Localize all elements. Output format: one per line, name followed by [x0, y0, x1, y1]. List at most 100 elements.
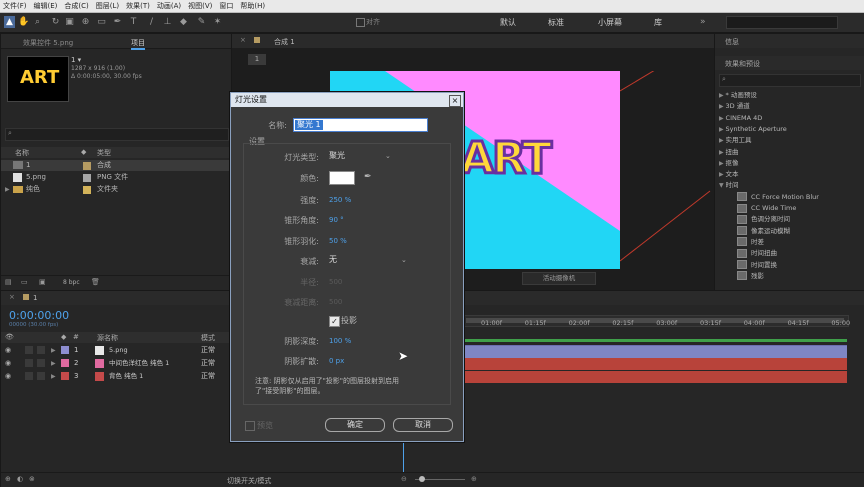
- menu-item[interactable]: 帮助(H): [237, 0, 269, 11]
- comp-subtab[interactable]: 1: [248, 54, 266, 65]
- color-swatch[interactable]: [329, 171, 355, 185]
- solo-switch[interactable]: [25, 372, 33, 380]
- layer-mode-dropdown[interactable]: 正常: [201, 370, 215, 383]
- expand-arrow-icon[interactable]: ▶: [51, 357, 56, 370]
- expand-arrow-icon[interactable]: ▶: [51, 344, 56, 357]
- puppet-tool-icon[interactable]: ✶: [212, 16, 223, 28]
- mode-header[interactable]: 模式: [201, 333, 215, 343]
- falloff-dropdown[interactable]: 无 ⌄: [329, 254, 409, 266]
- brush-tool-icon[interactable]: /: [146, 16, 157, 28]
- mask-tool-icon[interactable]: ▭: [96, 16, 107, 28]
- cone-angle-value[interactable]: 90 °: [329, 216, 344, 224]
- effects-search-input[interactable]: ⌕: [719, 74, 861, 87]
- expand-arrow-icon[interactable]: ▶: [51, 370, 56, 383]
- casts-shadows-checkbox[interactable]: ✓: [329, 316, 340, 327]
- tab-project[interactable]: 项目: [131, 38, 145, 50]
- effect-category[interactable]: ▶ Synthetic Aperture: [719, 124, 787, 135]
- layer-mode-dropdown[interactable]: 正常: [201, 357, 215, 370]
- col-name-header[interactable]: 名称: [15, 148, 29, 158]
- close-icon[interactable]: ×: [449, 95, 461, 107]
- effect-item[interactable]: 时间扭曲: [737, 248, 777, 259]
- col-type-header[interactable]: 类型: [97, 148, 111, 158]
- menu-item[interactable]: 效果(T): [123, 0, 154, 11]
- new-folder-icon[interactable]: ▭: [21, 278, 28, 286]
- current-time-display[interactable]: 0:00:00:00: [9, 309, 69, 322]
- menu-item[interactable]: 文件(F): [0, 0, 31, 11]
- layer-bar-2[interactable]: [463, 358, 847, 370]
- effect-category[interactable]: ▶ 抠像: [719, 158, 739, 169]
- project-item-row[interactable]: 5.png PNG 文件: [1, 172, 231, 183]
- render-icon[interactable]: ◐: [17, 475, 23, 483]
- project-search-input[interactable]: ⌕: [5, 128, 229, 141]
- effect-item[interactable]: 时差: [737, 237, 764, 248]
- effect-category[interactable]: ▶ 扭曲: [719, 147, 739, 158]
- effect-item[interactable]: 残影: [737, 271, 764, 282]
- trash-icon[interactable]: 🗑: [91, 278, 100, 286]
- camera-tool-icon[interactable]: ▣: [64, 16, 75, 28]
- shadow-diffusion-value[interactable]: 0 px: [329, 357, 344, 365]
- ok-button[interactable]: 确定: [325, 418, 385, 432]
- visibility-eye-icon[interactable]: ◉: [5, 344, 11, 357]
- shy-icon[interactable]: ⊗: [29, 475, 35, 483]
- effect-item[interactable]: CC Wide Time: [737, 203, 796, 214]
- close-tab-icon[interactable]: ×: [9, 293, 15, 301]
- layer-mode-dropdown[interactable]: 正常: [201, 344, 215, 357]
- tab-effects-presets[interactable]: 效果和预设: [725, 59, 760, 69]
- interpret-footage-icon[interactable]: ▤: [5, 278, 12, 286]
- roto-brush-tool-icon[interactable]: ✎: [196, 16, 207, 28]
- tab-effect-controls[interactable]: 效果控件 5.png: [23, 38, 73, 48]
- clone-stamp-tool-icon[interactable]: ⊥: [162, 16, 173, 28]
- cancel-button[interactable]: 取消: [393, 418, 453, 432]
- light-type-dropdown[interactable]: 聚光 ⌄: [329, 150, 393, 162]
- layer-bar-1[interactable]: [463, 345, 847, 358]
- zoom-tool-icon[interactable]: ⌕: [32, 16, 43, 28]
- effect-category[interactable]: ▶ 实用工具: [719, 135, 752, 146]
- cone-feather-value[interactable]: 50 %: [329, 237, 347, 245]
- type-tool-icon[interactable]: T: [128, 16, 139, 28]
- project-item-row[interactable]: 1 合成: [1, 160, 231, 171]
- pen-tool-icon[interactable]: ✒: [112, 16, 123, 28]
- tab-composition[interactable]: 合成 1: [274, 37, 295, 47]
- toggle-switches-modes[interactable]: 切换开关/模式: [227, 476, 271, 486]
- menu-item[interactable]: 视图(V): [185, 0, 216, 11]
- zoom-slider-handle[interactable]: [419, 476, 425, 482]
- lock-switch[interactable]: [37, 346, 45, 354]
- shadow-darkness-value[interactable]: 100 %: [329, 337, 351, 345]
- effect-category[interactable]: ▶ 文本: [719, 169, 739, 180]
- workspace-default[interactable]: 默认: [500, 17, 516, 28]
- menu-item[interactable]: 窗口: [216, 0, 237, 11]
- eraser-tool-icon[interactable]: ◆: [178, 16, 189, 28]
- visibility-eye-icon[interactable]: ◉: [5, 370, 11, 383]
- effect-category[interactable]: ▼ 时间: [719, 180, 739, 191]
- camera-dropdown[interactable]: 活动摄像机: [522, 272, 596, 285]
- eyedropper-icon[interactable]: ✒: [364, 172, 372, 182]
- workspace-small-screen[interactable]: 小屏幕: [598, 17, 622, 28]
- hand-tool-icon[interactable]: ✋: [18, 16, 29, 28]
- zoom-in-icon[interactable]: ⊕: [471, 475, 477, 483]
- workspace-library[interactable]: 库: [654, 17, 662, 28]
- new-composition-icon[interactable]: ▣: [39, 278, 46, 286]
- workspace-more-icon[interactable]: »: [700, 17, 706, 27]
- layer-row[interactable]: ◉ ▶ 3 背色 纯色 1 正常: [1, 370, 229, 383]
- align-checkbox[interactable]: [356, 18, 365, 27]
- project-item-row[interactable]: ▶ 纯色 文件夹: [1, 184, 231, 195]
- zoom-out-icon[interactable]: ⊖: [401, 475, 407, 483]
- effect-item[interactable]: 色调分离时间: [737, 214, 790, 225]
- expand-arrow-icon[interactable]: ▶: [5, 184, 10, 195]
- menu-item[interactable]: 编辑(E): [31, 0, 62, 11]
- solo-switch[interactable]: [25, 359, 33, 367]
- effect-category[interactable]: ▶ CINEMA 4D: [719, 113, 762, 124]
- effect-item[interactable]: CC Force Motion Blur: [737, 192, 819, 203]
- label-color-swatch[interactable]: [61, 346, 69, 354]
- name-input[interactable]: 聚光 1: [293, 118, 428, 132]
- effect-item[interactable]: 像素运动模糊: [737, 226, 790, 237]
- menu-item[interactable]: 图层(L): [93, 0, 123, 11]
- selection-tool-icon[interactable]: ▲: [4, 16, 15, 28]
- layer-bar-3[interactable]: [463, 371, 847, 383]
- bpc-label[interactable]: 8 bpc: [63, 279, 80, 286]
- help-search-input[interactable]: [726, 16, 838, 29]
- intensity-value[interactable]: 250 %: [329, 196, 351, 204]
- effect-category[interactable]: ▶ * 动画预设: [719, 90, 757, 101]
- preview-checkbox[interactable]: [245, 421, 255, 431]
- tab-info[interactable]: 信息: [725, 37, 739, 47]
